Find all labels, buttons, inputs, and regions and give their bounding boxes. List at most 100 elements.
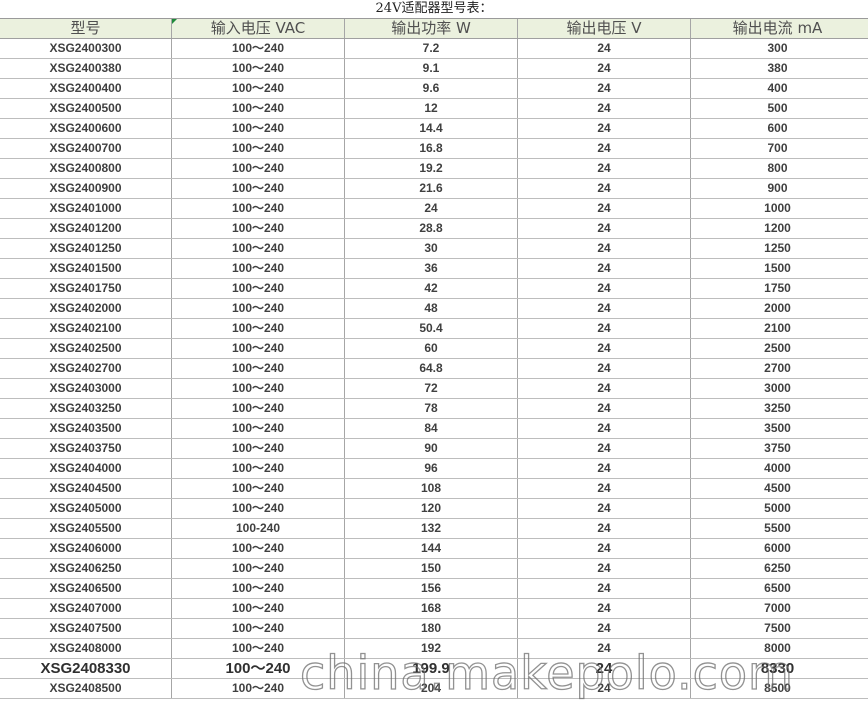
cell-output-power[interactable]: 9.1: [345, 59, 518, 78]
cell-output-power[interactable]: 84: [345, 419, 518, 438]
cell-model[interactable]: XSG2407500: [0, 619, 172, 638]
cell-output-current[interactable]: 1500: [691, 259, 864, 278]
cell-input-voltage[interactable]: 100～240: [172, 159, 345, 178]
cell-model[interactable]: XSG2400300: [0, 39, 172, 58]
cell-output-power[interactable]: 24: [345, 199, 518, 218]
cell-output-voltage[interactable]: 24: [518, 419, 691, 438]
cell-input-voltage[interactable]: 100～240: [172, 99, 345, 118]
cell-model[interactable]: XSG2406500: [0, 579, 172, 598]
cell-output-current[interactable]: 6500: [691, 579, 864, 598]
cell-model[interactable]: XSG2400380: [0, 59, 172, 78]
cell-model[interactable]: XSG2400800: [0, 159, 172, 178]
header-input-voltage[interactable]: 输入电压 VAC: [172, 19, 345, 38]
cell-output-power[interactable]: 199.9: [345, 659, 518, 678]
cell-output-power[interactable]: 50.4: [345, 319, 518, 338]
cell-output-power[interactable]: 42: [345, 279, 518, 298]
cell-output-power[interactable]: 144: [345, 539, 518, 558]
cell-output-voltage[interactable]: 24: [518, 279, 691, 298]
cell-input-voltage[interactable]: 100～240: [172, 39, 345, 58]
cell-model[interactable]: XSG2404500: [0, 479, 172, 498]
cell-output-current[interactable]: 700: [691, 139, 864, 158]
cell-output-power[interactable]: 90: [345, 439, 518, 458]
cell-output-power[interactable]: 150: [345, 559, 518, 578]
cell-output-power[interactable]: 192: [345, 639, 518, 658]
cell-output-current[interactable]: 600: [691, 119, 864, 138]
cell-output-power[interactable]: 78: [345, 399, 518, 418]
cell-output-voltage[interactable]: 24: [518, 679, 691, 698]
cell-output-voltage[interactable]: 24: [518, 339, 691, 358]
cell-output-voltage[interactable]: 24: [518, 79, 691, 98]
cell-model[interactable]: XSG2405500: [0, 519, 172, 538]
cell-output-power[interactable]: 96: [345, 459, 518, 478]
cell-output-voltage[interactable]: 24: [518, 359, 691, 378]
cell-input-voltage[interactable]: 100～240: [172, 459, 345, 478]
cell-model[interactable]: XSG2403500: [0, 419, 172, 438]
cell-output-voltage[interactable]: 24: [518, 119, 691, 138]
cell-model[interactable]: XSG2400600: [0, 119, 172, 138]
cell-input-voltage[interactable]: 100～240: [172, 379, 345, 398]
cell-output-current[interactable]: 4000: [691, 459, 864, 478]
cell-output-voltage[interactable]: 24: [518, 299, 691, 318]
header-output-voltage[interactable]: 输出电压 V: [518, 19, 691, 38]
cell-input-voltage[interactable]: 100-240: [172, 519, 345, 538]
cell-input-voltage[interactable]: 100～240: [172, 559, 345, 578]
cell-input-voltage[interactable]: 100～240: [172, 399, 345, 418]
cell-model[interactable]: XSG2407000: [0, 599, 172, 618]
cell-input-voltage[interactable]: 100～240: [172, 499, 345, 518]
cell-output-voltage[interactable]: 24: [518, 499, 691, 518]
cell-output-current[interactable]: 380: [691, 59, 864, 78]
cell-output-voltage[interactable]: 24: [518, 179, 691, 198]
cell-output-power[interactable]: 21.6: [345, 179, 518, 198]
cell-output-voltage[interactable]: 24: [518, 479, 691, 498]
cell-output-power[interactable]: 132: [345, 519, 518, 538]
cell-output-voltage[interactable]: 24: [518, 99, 691, 118]
cell-model[interactable]: XSG2406250: [0, 559, 172, 578]
cell-output-power[interactable]: 180: [345, 619, 518, 638]
cell-output-current[interactable]: 3750: [691, 439, 864, 458]
cell-model[interactable]: XSG2403750: [0, 439, 172, 458]
cell-model[interactable]: XSG2401000: [0, 199, 172, 218]
cell-input-voltage[interactable]: 100～240: [172, 639, 345, 658]
cell-output-voltage[interactable]: 24: [518, 659, 691, 678]
cell-output-power[interactable]: 64.8: [345, 359, 518, 378]
cell-output-current[interactable]: 7000: [691, 599, 864, 618]
cell-model[interactable]: XSG2408330: [0, 659, 172, 678]
cell-input-voltage[interactable]: 100～240: [172, 299, 345, 318]
cell-output-current[interactable]: 2100: [691, 319, 864, 338]
cell-input-voltage[interactable]: 100～240: [172, 599, 345, 618]
cell-output-current[interactable]: 5500: [691, 519, 864, 538]
cell-model[interactable]: XSG2401250: [0, 239, 172, 258]
cell-output-current[interactable]: 6000: [691, 539, 864, 558]
cell-output-power[interactable]: 72: [345, 379, 518, 398]
cell-output-power[interactable]: 12: [345, 99, 518, 118]
cell-output-current[interactable]: 1750: [691, 279, 864, 298]
cell-output-voltage[interactable]: 24: [518, 259, 691, 278]
header-model[interactable]: 型号: [0, 19, 172, 38]
cell-output-voltage[interactable]: 24: [518, 539, 691, 558]
cell-model[interactable]: XSG2402100: [0, 319, 172, 338]
cell-output-voltage[interactable]: 24: [518, 59, 691, 78]
cell-input-voltage[interactable]: 100～240: [172, 219, 345, 238]
cell-output-power[interactable]: 16.8: [345, 139, 518, 158]
cell-output-current[interactable]: 1250: [691, 239, 864, 258]
cell-input-voltage[interactable]: 100～240: [172, 359, 345, 378]
cell-model[interactable]: XSG2400400: [0, 79, 172, 98]
cell-output-current[interactable]: 900: [691, 179, 864, 198]
cell-output-voltage[interactable]: 24: [518, 459, 691, 478]
header-output-current[interactable]: 输出电流 mA: [691, 19, 864, 38]
cell-output-current[interactable]: 1000: [691, 199, 864, 218]
cell-output-voltage[interactable]: 24: [518, 379, 691, 398]
cell-output-power[interactable]: 60: [345, 339, 518, 358]
cell-output-power[interactable]: 156: [345, 579, 518, 598]
cell-model[interactable]: XSG2402700: [0, 359, 172, 378]
cell-input-voltage[interactable]: 100～240: [172, 319, 345, 338]
cell-output-voltage[interactable]: 24: [518, 639, 691, 658]
cell-input-voltage[interactable]: 100～240: [172, 179, 345, 198]
cell-output-power[interactable]: 7.2: [345, 39, 518, 58]
cell-input-voltage[interactable]: 100～240: [172, 239, 345, 258]
cell-model[interactable]: XSG2405000: [0, 499, 172, 518]
cell-output-voltage[interactable]: 24: [518, 139, 691, 158]
cell-output-current[interactable]: 2700: [691, 359, 864, 378]
header-output-power[interactable]: 输出功率 W: [345, 19, 518, 38]
cell-output-voltage[interactable]: 24: [518, 159, 691, 178]
